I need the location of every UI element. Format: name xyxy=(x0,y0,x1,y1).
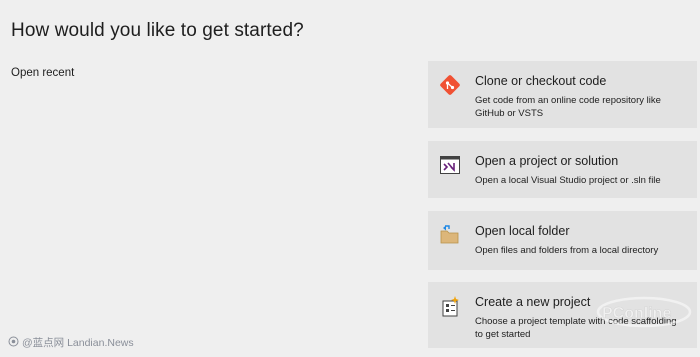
open-project-solution-description: Open a local Visual Studio project or .s… xyxy=(475,175,661,186)
create-new-project-title: Create a new project xyxy=(475,295,591,309)
clone-checkout-code-description: Get code from an online code repository … xyxy=(475,95,661,119)
open-project-solution-title: Open a project or solution xyxy=(475,154,619,168)
open-project-solution-button[interactable]: Open a project or solution Open a local … xyxy=(428,141,697,198)
create-new-project-description: Choose a project template with code scaf… xyxy=(475,316,677,340)
new-project-icon xyxy=(439,295,461,317)
visual-studio-solution-icon xyxy=(439,154,461,176)
landian-watermark: @蓝点网 Landian.News xyxy=(8,335,134,350)
open-local-folder-description: Open files and folders from a local dire… xyxy=(475,245,659,256)
open-local-folder-title: Open local folder xyxy=(475,224,570,238)
clone-checkout-code-button[interactable]: Clone or checkout code Get code from an … xyxy=(428,61,697,128)
clone-checkout-code-title: Clone or checkout code xyxy=(475,74,607,88)
landian-logo-icon xyxy=(8,336,19,350)
page-title: How would you like to get started? xyxy=(11,20,304,41)
folder-icon xyxy=(439,224,461,246)
landian-watermark-text: @蓝点网 Landian.News xyxy=(22,337,134,349)
open-local-folder-button[interactable]: Open local folder Open files and folders… xyxy=(428,211,697,270)
open-recent-heading: Open recent xyxy=(11,67,75,79)
create-new-project-button[interactable]: Create a new project Choose a project te… xyxy=(428,282,697,348)
git-clone-icon xyxy=(439,74,461,96)
